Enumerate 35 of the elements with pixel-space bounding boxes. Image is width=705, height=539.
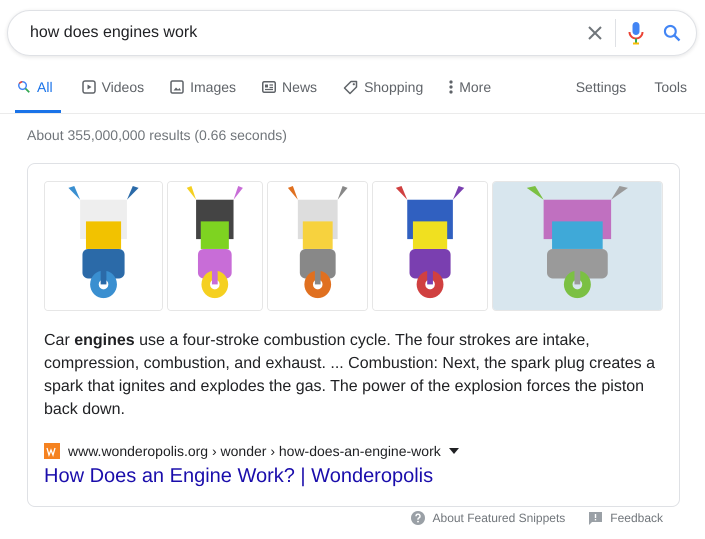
more-icon [449, 80, 454, 94]
help-icon [410, 511, 425, 525]
image-icon [170, 80, 184, 94]
tab[interactable]: News [261, 75, 318, 113]
play-icon [82, 80, 96, 94]
source-url: www.wonderopolis.org › wonder › how-does-an-engine-work [68, 443, 441, 459]
newspaper-icon [262, 81, 276, 93]
tab-label: Videos [102, 79, 144, 95]
footer-link[interactable]: About Featured Snippets [432, 511, 566, 525]
site-favicon [44, 443, 60, 459]
tab[interactable]: Videos [80, 75, 146, 113]
tab[interactable]: All [15, 75, 61, 113]
tab[interactable]: More [448, 75, 492, 113]
search-icon[interactable] [662, 23, 682, 43]
result-title-link[interactable]: How Does an Engine Work? | Wonderopolis [44, 465, 434, 488]
tab-label: News [282, 79, 318, 95]
caret-icon[interactable] [448, 448, 459, 454]
tab-label: More [459, 79, 492, 95]
search-field[interactable]: how does engines work [28, 23, 587, 43]
tool-link[interactable]: Settings [576, 75, 626, 113]
result-stats: About 355,000,000 results (0.66 seconds) [27, 127, 288, 143]
search-bar[interactable]: how does engines work [7, 10, 697, 56]
microphone-icon[interactable] [628, 21, 644, 45]
footer-link[interactable]: Feedback [610, 511, 663, 525]
tab-label: All [37, 79, 53, 95]
tool-link[interactable]: Tools [654, 75, 687, 113]
tab-label: Shopping [364, 79, 424, 95]
feedback-icon [589, 512, 602, 524]
snippet-text: Car engines use a four-stroke combustion cycle. The four strokes are intake, compression, combustion, and exhaust. ... Combustion: Next, the spark plug creates a spark that ignites and explodes the gas. The power of the explosion forces the piston back down. [44, 331, 656, 420]
close-icon[interactable] [587, 25, 603, 41]
tab[interactable]: Shopping [342, 75, 424, 113]
tag-icon [343, 80, 358, 94]
search-icon [17, 80, 31, 94]
tab-label: Images [190, 79, 236, 95]
tab[interactable]: Images [169, 75, 238, 113]
